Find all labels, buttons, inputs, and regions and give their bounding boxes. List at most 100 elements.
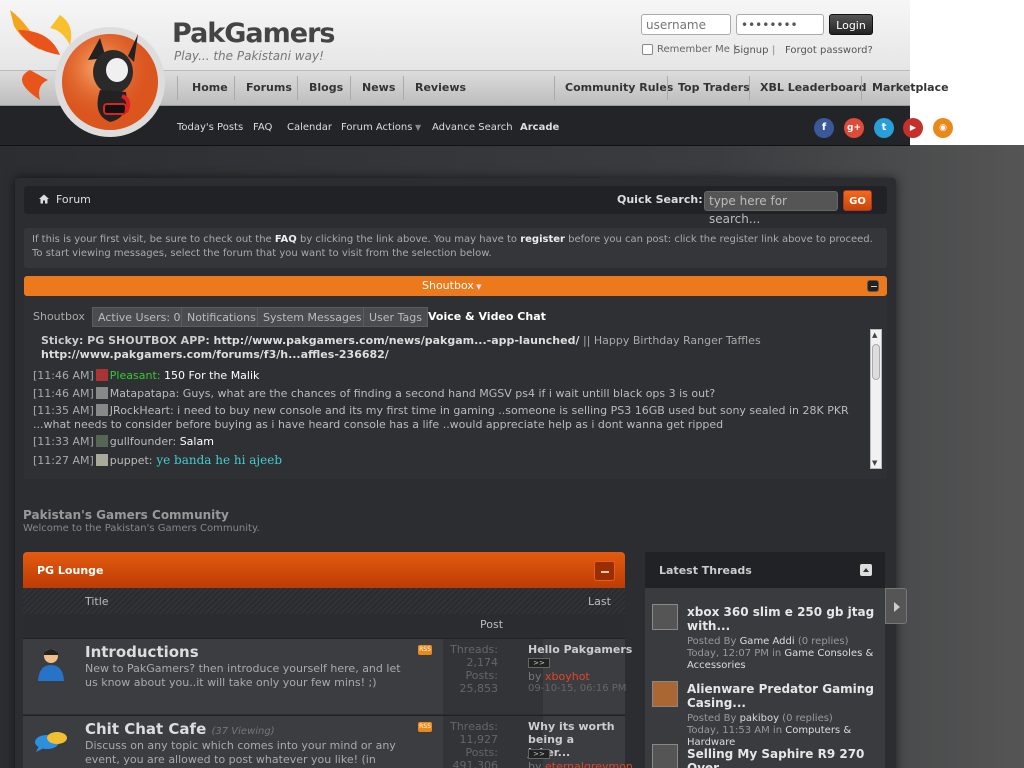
nav-marketplace[interactable]: Marketplace bbox=[872, 70, 949, 106]
go-to-last-post-button[interactable]: >> bbox=[528, 749, 550, 759]
password-input[interactable] bbox=[736, 14, 824, 35]
introductions-forum-icon[interactable] bbox=[33, 645, 69, 681]
mascot-logo[interactable] bbox=[0, 0, 170, 145]
last-post-user[interactable]: eternalgreymon bbox=[545, 760, 633, 768]
nav-top-traders[interactable]: Top Traders bbox=[678, 70, 750, 106]
nav-news[interactable]: News bbox=[362, 70, 395, 106]
home-icon[interactable] bbox=[38, 193, 50, 205]
shoutbox-tab-user-tags[interactable]: User Tags bbox=[363, 307, 428, 327]
shoutbox-tab-system-messages[interactable]: System Messages bbox=[257, 307, 368, 327]
latest-thread-user[interactable]: Game Addi bbox=[740, 636, 795, 647]
pg-lounge-title[interactable]: PG Lounge bbox=[37, 564, 103, 577]
nav-community-rules[interactable]: Community Rules bbox=[565, 70, 673, 106]
nav-divider bbox=[350, 76, 351, 100]
subnav-advance-search[interactable]: Advance Search bbox=[432, 106, 513, 146]
column-last[interactable]: Last bbox=[588, 595, 611, 608]
subnav-faq[interactable]: FAQ bbox=[253, 106, 272, 146]
forum-title[interactable]: Chit Chat Cafe (37 Viewing) bbox=[85, 720, 275, 738]
chevron-down-icon: ▼ bbox=[473, 283, 482, 291]
posts-label: Posts: bbox=[465, 669, 498, 682]
google-plus-icon[interactable]: g+ bbox=[844, 118, 864, 138]
breadcrumb-forum[interactable]: Forum bbox=[56, 193, 91, 206]
column-title[interactable]: Title bbox=[85, 595, 109, 608]
shout-time: [11:35 AM] bbox=[33, 404, 94, 417]
avatar[interactable] bbox=[95, 435, 108, 447]
threads-count: 2,174 bbox=[466, 656, 499, 669]
chit-chat-forum-icon[interactable] bbox=[33, 722, 69, 758]
signup-link[interactable]: Signup bbox=[734, 45, 769, 56]
shout-time: [11:46 AM] bbox=[33, 387, 94, 400]
scroll-up-icon[interactable]: ▲ bbox=[872, 331, 877, 339]
sticky-link[interactable]: http://www.pakgamers.com/news/pakgam...-… bbox=[214, 334, 580, 347]
forgot-password-link[interactable]: Forgot password? bbox=[785, 45, 873, 56]
notice-register-link[interactable]: register bbox=[520, 234, 565, 245]
shout-user[interactable]: puppet: bbox=[110, 454, 153, 467]
sidebar-toggle-arrow[interactable] bbox=[885, 588, 907, 624]
nav-home[interactable]: Home bbox=[192, 70, 228, 106]
shout-text: Salam bbox=[176, 435, 214, 448]
column-post[interactable]: Post bbox=[480, 618, 503, 631]
shoutbox-tab-shoutbox[interactable]: Shoutbox bbox=[28, 307, 90, 327]
shout-time: [11:46 AM] bbox=[33, 369, 94, 382]
username-input[interactable] bbox=[641, 14, 731, 35]
shoutbox-tab-voice-video-chat[interactable]: Voice & Video Chat bbox=[423, 307, 551, 327]
remember-me[interactable]: Remember Me | bbox=[642, 44, 736, 55]
shoutbox-title[interactable]: Shoutbox ▼ bbox=[422, 279, 481, 292]
shoutbox-collapse-button[interactable] bbox=[867, 280, 879, 292]
latest-threads-collapse-button[interactable] bbox=[860, 564, 872, 576]
pg-lounge-collapse-button[interactable] bbox=[594, 561, 615, 581]
nav-reviews[interactable]: Reviews bbox=[415, 70, 466, 106]
shout-text: Guys, what are the chances of finding a … bbox=[179, 387, 716, 400]
nav-xbl-leaderboard[interactable]: XBL Leaderboard bbox=[760, 70, 867, 106]
twitter-icon[interactable]: t bbox=[874, 118, 894, 138]
latest-thread-title[interactable]: Selling My Saphire R9 270 Over... bbox=[687, 747, 877, 768]
by-label: by bbox=[528, 670, 545, 683]
remember-checkbox[interactable] bbox=[642, 44, 653, 55]
last-post-title[interactable]: Hello Pakgamers bbox=[528, 643, 632, 656]
latest-thread-meta: Posted By Game Addi (0 replies) Today, 1… bbox=[687, 636, 882, 672]
subnav-forum-actions[interactable]: Forum Actions ▼ bbox=[341, 106, 421, 146]
quick-search-go-button[interactable]: GO bbox=[843, 190, 872, 211]
shout-user[interactable]: gullfounder: bbox=[110, 435, 176, 448]
shout-user[interactable]: Matapatapa: bbox=[110, 387, 180, 400]
shout-message: [11:46 AM] Matapatapa: Guys, what are the… bbox=[30, 387, 868, 401]
forum-title[interactable]: Introductions bbox=[85, 643, 199, 661]
posts-count: 491,306 bbox=[452, 759, 499, 768]
avatar[interactable] bbox=[652, 744, 678, 768]
avatar[interactable] bbox=[95, 369, 108, 381]
site-logo[interactable]: PakGamers bbox=[172, 18, 335, 49]
avatar[interactable] bbox=[652, 681, 678, 707]
rss-icon[interactable]: ◉ bbox=[933, 118, 953, 138]
nav-forums[interactable]: Forums bbox=[246, 70, 292, 106]
latest-thread-title[interactable]: xbox 360 slim e 250 gb jtag with... bbox=[687, 605, 877, 633]
subnav-arcade[interactable]: Arcade bbox=[520, 106, 559, 146]
avatar[interactable] bbox=[95, 387, 108, 399]
latest-thread-time: Today, 12:07 PM in bbox=[687, 648, 785, 659]
avatar[interactable] bbox=[652, 604, 678, 630]
youtube-icon[interactable]: ▶ bbox=[903, 118, 923, 138]
subnav-todays-posts[interactable]: Today's Posts bbox=[177, 106, 243, 146]
scroll-down-icon[interactable]: ▼ bbox=[872, 459, 877, 467]
shoutbox-tab-active-users[interactable]: Active Users: 0 bbox=[92, 307, 187, 327]
shout-text: ye banda he hi ajeeb bbox=[152, 453, 283, 467]
subnav-calendar[interactable]: Calendar bbox=[287, 106, 332, 146]
latest-thread-user[interactable]: pakiboy bbox=[740, 713, 779, 724]
shout-user[interactable]: Pleasant: bbox=[110, 369, 161, 382]
nav-blogs[interactable]: Blogs bbox=[309, 70, 343, 106]
scrollbar-thumb[interactable] bbox=[872, 344, 880, 380]
sticky-link-2[interactable]: http://www.pakgamers.com/forums/f3/h...a… bbox=[41, 348, 389, 361]
login-button[interactable]: Login bbox=[829, 14, 873, 35]
avatar[interactable] bbox=[95, 404, 108, 416]
avatar[interactable] bbox=[95, 454, 108, 466]
notice-faq-link[interactable]: FAQ bbox=[275, 234, 297, 245]
go-to-last-post-button[interactable]: >> bbox=[528, 658, 550, 668]
last-post-user[interactable]: xboyhot bbox=[545, 670, 590, 683]
posted-by-label: Posted By bbox=[687, 636, 740, 647]
shoutbox-scrollbar[interactable]: ▲ ▼ bbox=[870, 329, 882, 469]
latest-thread-title[interactable]: Alienware Predator Gaming Casing... bbox=[687, 682, 877, 710]
shoutbox-tab-notifications[interactable]: Notifications bbox=[181, 307, 262, 327]
facebook-icon[interactable]: f bbox=[814, 118, 834, 138]
shout-user[interactable]: JRockHeart: bbox=[110, 404, 174, 417]
community-title: Pakistan's Gamers Community bbox=[23, 508, 229, 522]
quick-search-input[interactable]: type here for search... bbox=[704, 191, 838, 226]
